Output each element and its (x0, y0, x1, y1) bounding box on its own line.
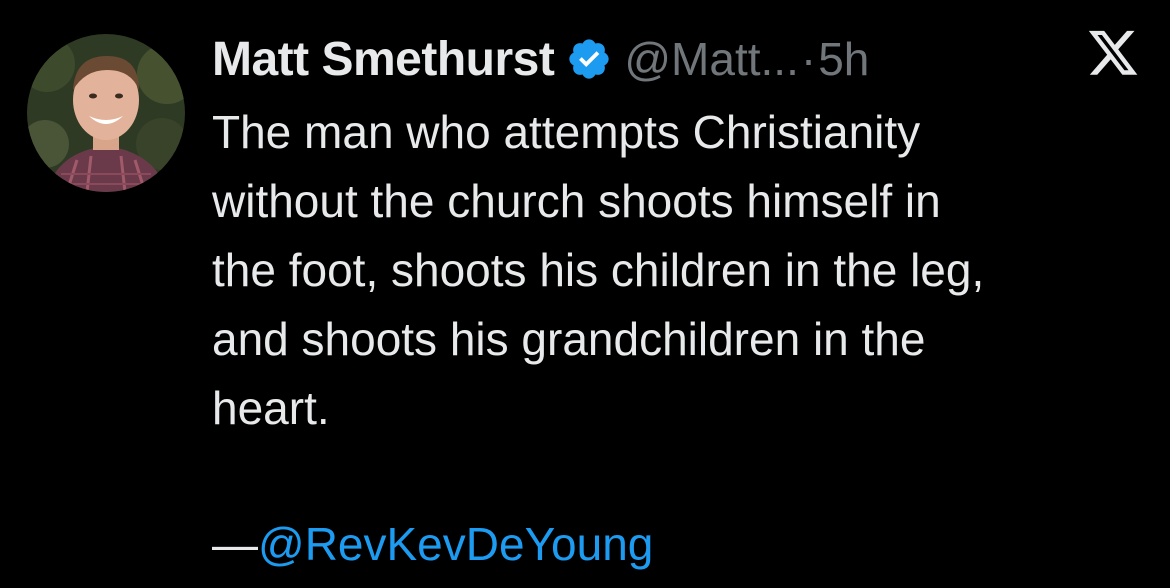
tweet-attribution: —@RevKevDeYoung (212, 510, 653, 579)
mention-link[interactable]: @RevKevDeYoung (258, 518, 653, 570)
tweet-card: Matt Smethurst @Matt... · 5h The man who… (0, 0, 1170, 588)
header-separator: · (800, 33, 817, 85)
tweet-text: The man who attempts Christianity withou… (212, 106, 985, 434)
avatar[interactable] (27, 34, 185, 192)
attribution-dash: — (212, 518, 258, 570)
x-logo-icon[interactable] (1086, 30, 1140, 80)
author-name[interactable]: Matt Smethurst (212, 32, 555, 87)
avatar-photo (27, 34, 185, 192)
tweet-timestamp[interactable]: 5h (818, 32, 869, 86)
verified-badge-icon (566, 36, 612, 82)
author-handle[interactable]: @Matt... (624, 32, 799, 86)
tweet-header: Matt Smethurst @Matt... · 5h (212, 24, 869, 94)
